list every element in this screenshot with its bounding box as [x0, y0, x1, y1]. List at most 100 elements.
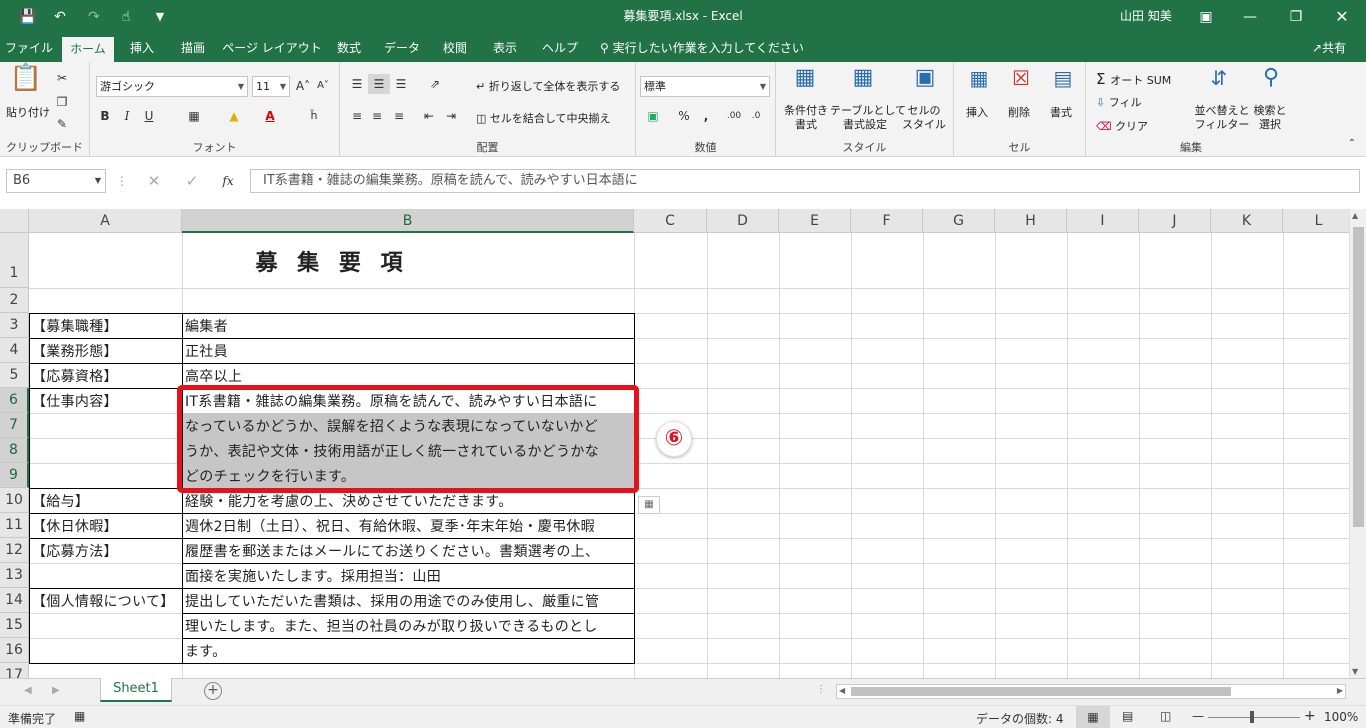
increase-indent-icon[interactable]: ⇥ [442, 106, 460, 126]
cell-b10[interactable]: 経験・能力を考慮の上、決めさせていただきます。 [182, 491, 634, 511]
copy-icon[interactable]: ❐ [52, 92, 72, 112]
cell-styles-icon[interactable]: ▣ [910, 67, 940, 89]
cell-a3[interactable]: 【募集職種】 [29, 316, 182, 336]
share-button[interactable]: ↗共有 [1312, 34, 1346, 62]
cell-a5[interactable]: 【応募資格】 [29, 366, 182, 386]
increase-font-icon[interactable]: A˄ [294, 76, 312, 96]
split-handle-icon[interactable]: ⋮ [816, 684, 826, 695]
format-as-table-icon[interactable]: ▦ [848, 67, 878, 89]
tab-insert[interactable]: 挿入 [118, 34, 166, 62]
cell-b16[interactable]: ます。 [182, 641, 634, 661]
currency-icon[interactable]: ▣ [640, 106, 666, 126]
cell-b12[interactable]: 履歴書を郵送またはメールにてお送りください。書類選考の上、 [182, 541, 634, 561]
tell-me-search[interactable]: ⚲ 実行したい作業を入力してください [600, 34, 804, 62]
format-painter-icon[interactable]: ✎ [52, 114, 72, 134]
delete-cells-button[interactable]: 削除 [1008, 104, 1030, 120]
vertical-scrollbar[interactable]: ▲ ▼ [1349, 209, 1366, 678]
tab-help[interactable]: ヘルプ [532, 34, 588, 62]
cut-icon[interactable]: ✂ [52, 68, 72, 88]
tab-home[interactable]: ホーム [62, 37, 114, 62]
tab-file[interactable]: ファイル [0, 34, 58, 62]
font-name-select[interactable]: 游ゴシック ▼ [96, 76, 248, 97]
sort-filter-button[interactable]: 並べ替えと フィルター [1194, 104, 1250, 132]
paste-icon[interactable]: 📋 [8, 65, 44, 100]
user-name[interactable]: 山田 知美 [1120, 0, 1172, 32]
prev-sheet-icon[interactable]: ◀ [24, 685, 32, 696]
phonetic-icon[interactable]: ḧ [304, 106, 324, 126]
font-color-icon[interactable]: A [260, 106, 280, 126]
cell-a14[interactable]: 【個人情報について】 [29, 591, 182, 611]
zoom-in-icon[interactable]: + [1304, 708, 1316, 724]
cell-b14[interactable]: 提出していただいた書類は、採用の用途でのみ使用し、厳重に管 [182, 591, 634, 611]
hscroll-thumb[interactable] [851, 687, 1231, 696]
scroll-right-icon[interactable]: ▶ [1337, 686, 1343, 695]
decrease-font-icon[interactable]: A˅ [314, 76, 332, 96]
align-left-icon[interactable]: ≡ [348, 106, 366, 126]
cell-a10[interactable]: 【給与】 [29, 491, 182, 511]
tab-formulas[interactable]: 数式 [326, 34, 372, 62]
zoom-out-icon[interactable]: — [1192, 709, 1204, 723]
find-select-icon[interactable]: ⚲ [1256, 67, 1286, 89]
format-cells-icon[interactable]: ▤ [1050, 68, 1076, 88]
align-middle-icon[interactable]: ☰ [368, 74, 390, 94]
scroll-down-icon[interactable]: ▼ [1352, 667, 1358, 676]
sheet-tab-sheet1[interactable]: Sheet1 [100, 678, 172, 702]
merge-center-button[interactable]: ◫ セルを結合して中央揃え [476, 110, 611, 126]
autosum-button[interactable]: Σ オート SUM [1096, 70, 1171, 88]
orientation-icon[interactable]: ⇗ [422, 74, 448, 94]
cancel-icon[interactable]: ✕ [144, 171, 164, 191]
scroll-up-icon[interactable]: ▲ [1352, 211, 1358, 220]
next-sheet-icon[interactable]: ▶ [52, 685, 60, 696]
cell-a6[interactable]: 【仕事内容】 [29, 391, 182, 411]
ribbon-display-icon[interactable]: ▣ [1196, 7, 1216, 27]
format-as-table-button[interactable]: テーブルとして 書式設定 [830, 104, 906, 132]
cell-a12[interactable]: 【応募方法】 [29, 541, 182, 561]
zoom-slider-thumb[interactable] [1250, 711, 1254, 723]
conditional-format-button[interactable]: 条件付き 書式 [780, 104, 832, 132]
page-layout-view-icon[interactable]: ▤ [1122, 709, 1133, 723]
cell-b11[interactable]: 週休2日制（土日）、祝日、有給休暇、夏季･年末年始・慶弔休暇 [182, 516, 634, 536]
tab-data[interactable]: データ [376, 34, 428, 62]
cell-b15[interactable]: 理いたします。また、担当の社員のみが取り扱いできるものとし [182, 616, 634, 636]
page-break-view-icon[interactable]: ◫ [1160, 709, 1171, 723]
scroll-left-icon[interactable]: ◀ [839, 686, 845, 695]
bold-button[interactable]: B [96, 106, 114, 126]
italic-button[interactable]: I [118, 106, 136, 126]
worksheet-grid[interactable]: A B C D E F G H I J K L 1 2 3 4 5 6 7 8 … [0, 209, 1349, 678]
collapse-ribbon-icon[interactable]: ⌃ [1344, 134, 1360, 154]
quick-analysis-icon[interactable]: ▦ [638, 496, 660, 514]
cell-b5[interactable]: 高卒以上 [182, 366, 634, 386]
insert-cells-icon[interactable]: ▦ [966, 68, 992, 88]
add-sheet-icon[interactable]: + [204, 682, 222, 700]
macro-record-icon[interactable]: ▦ [74, 709, 85, 723]
conditional-format-icon[interactable]: ▦ [790, 67, 820, 89]
close-icon[interactable]: ✕ [1332, 7, 1352, 27]
insert-cells-button[interactable]: 挿入 [966, 104, 988, 120]
underline-button[interactable]: U [140, 106, 158, 126]
tab-page-layout[interactable]: ページ レイアウト [222, 34, 322, 62]
name-box[interactable]: B6 ▼ [6, 169, 106, 193]
cell-a11[interactable]: 【休日休暇】 [29, 516, 182, 536]
paste-button[interactable]: 貼り付け [6, 104, 50, 120]
align-center-icon[interactable]: ≡ [368, 106, 386, 126]
increase-decimal-icon[interactable]: .00 [724, 106, 744, 126]
align-right-icon[interactable]: ≡ [390, 106, 408, 126]
format-cells-button[interactable]: 書式 [1050, 104, 1072, 120]
align-bottom-icon[interactable]: ☰ [392, 74, 410, 94]
find-select-button[interactable]: 検索と 選択 [1250, 104, 1290, 132]
cell-b3[interactable]: 編集者 [182, 316, 634, 336]
formula-input[interactable]: IT系書籍・雑誌の編集業務。原稿を読んで、読みやすい日本語に [250, 169, 1360, 193]
tab-draw[interactable]: 描画 [170, 34, 216, 62]
cell-styles-button[interactable]: セルの スタイル [898, 104, 950, 132]
cell-a4[interactable]: 【業務形態】 [29, 341, 182, 361]
tab-review[interactable]: 校閲 [432, 34, 478, 62]
enter-icon[interactable]: ✓ [182, 171, 202, 191]
sort-filter-icon[interactable]: ⇵ [1204, 68, 1234, 88]
fill-color-icon[interactable]: ▲ [224, 106, 244, 126]
decrease-decimal-icon[interactable]: .0 [746, 106, 766, 126]
comma-button[interactable]: , [696, 106, 716, 126]
clear-button[interactable]: ⌫ クリア [1096, 118, 1148, 134]
minimize-icon[interactable]: — [1240, 7, 1260, 27]
sheet-title[interactable]: 募 集 要 項 [182, 245, 482, 277]
zoom-level[interactable]: 100% [1324, 710, 1358, 724]
